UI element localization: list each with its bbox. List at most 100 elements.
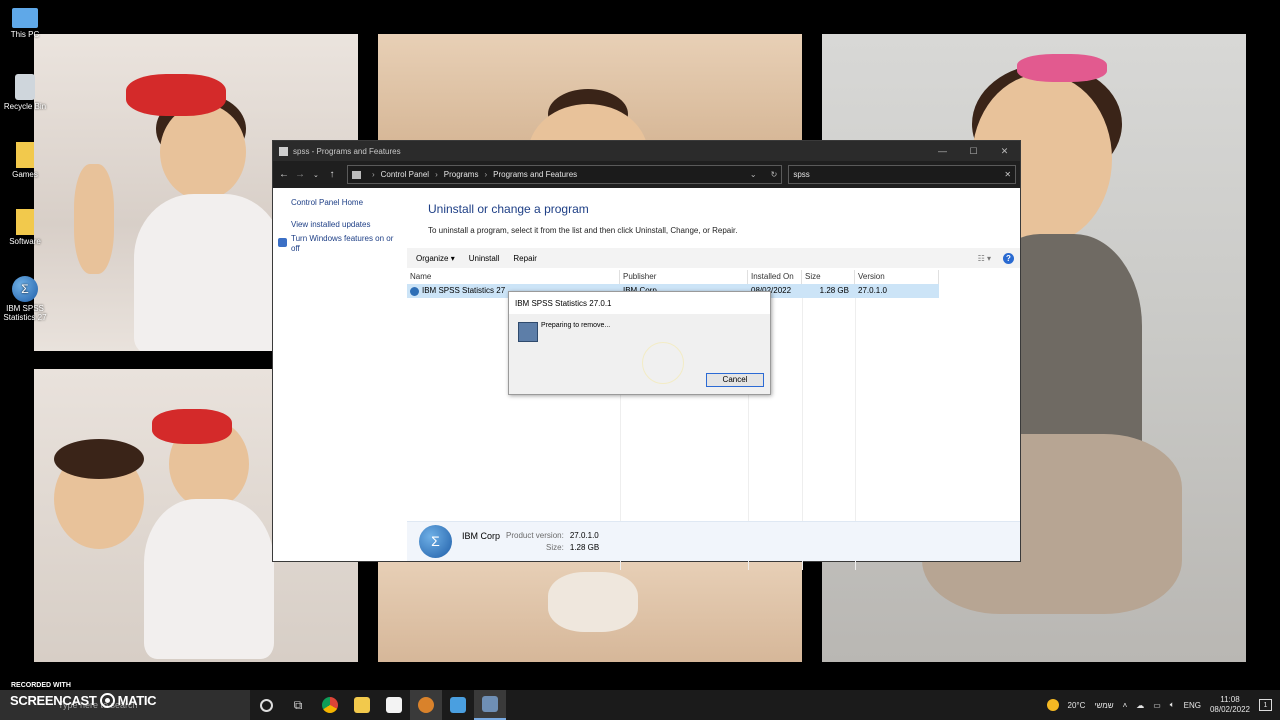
cell-version: 27.0.1.0 (858, 286, 887, 295)
organize-label: Organize (416, 253, 449, 263)
address-dropdown-icon[interactable]: ⌄ (750, 170, 757, 179)
details-size-label: Size: (546, 543, 564, 552)
forward-arrow-icon[interactable]: → (293, 169, 307, 180)
close-button[interactable]: ✕ (989, 146, 1020, 157)
record-icon (99, 693, 115, 708)
installer-icon (518, 322, 538, 342)
weather-sun-icon (1046, 699, 1059, 711)
minimize-button[interactable]: — (927, 146, 958, 157)
weather-temperature[interactable]: 20°C (1068, 701, 1086, 710)
language-indicator[interactable]: ENG (1184, 701, 1201, 710)
clock-time: 11:08 (1220, 695, 1240, 704)
photo-bottom-middle (378, 562, 802, 662)
control-panel-home-link[interactable]: Control Panel Home (291, 198, 397, 208)
dialog-title[interactable]: IBM SPSS Statistics 27.0.1 (509, 292, 770, 314)
column-header-publisher[interactable]: Publisher (620, 270, 748, 284)
details-product-version-label: Product version: (506, 531, 564, 540)
recent-chevron-icon[interactable]: ⌄ (309, 171, 323, 179)
logo-text: MATIC (117, 693, 157, 708)
clock[interactable]: 11:08 08/02/2022 (1210, 695, 1250, 715)
folder-icon (16, 142, 34, 168)
up-arrow-icon[interactable]: ↑ (325, 169, 339, 180)
breadcrumb-programs-and-features[interactable]: Programs and Features (493, 170, 577, 179)
monitor-icon (12, 8, 38, 28)
screencast-app-icon[interactable] (410, 690, 442, 720)
folder-icon (16, 209, 34, 235)
clear-search-icon[interactable]: ✕ (1004, 170, 1011, 179)
search-input[interactable]: spss ✕ (788, 165, 1017, 184)
window-titlebar[interactable]: spss - Programs and Features — ☐ ✕ (273, 141, 1020, 161)
show-hidden-icons-chevron-icon[interactable]: ˄ (1123, 701, 1128, 710)
column-header-installed-on[interactable]: Installed On (748, 270, 802, 284)
notifications-icon[interactable]: 1 (1259, 699, 1272, 711)
dialog-message: Preparing to remove... (541, 322, 611, 329)
store-icon[interactable] (378, 690, 410, 720)
logo-text: SCREENCAST (10, 693, 97, 708)
page-title: Uninstall or change a program (428, 202, 589, 216)
breadcrumb-separator-icon: › (371, 170, 375, 179)
desktop-icon-label: Games (12, 170, 38, 179)
details-spacer (462, 543, 500, 552)
spss-sigma-icon: Σ (419, 525, 452, 558)
dropdown-arrow-icon: ▾ (450, 253, 455, 263)
control-panel-taskbar-icon[interactable] (442, 690, 474, 720)
volume-icon[interactable]: 🔈︎ (1170, 700, 1175, 710)
task-view-icon[interactable] (250, 690, 282, 720)
multitask-icon[interactable]: ⧉ (282, 690, 314, 720)
screencast-o-matic-logo: SCREENCAST MATIC (10, 693, 157, 708)
address-bar-row: ← → ⌄ ↑ › Control Panel › Programs › Pro… (273, 161, 1020, 188)
desktop-icon-recycle-bin[interactable]: Recycle Bin (0, 74, 50, 111)
desktop-icon-label: IBM SPSS Statistics 27 (3, 304, 47, 322)
repair-button[interactable]: Repair (513, 254, 537, 263)
desktop-icon-label: Software (9, 237, 41, 246)
cancel-button[interactable]: Cancel (706, 373, 764, 387)
column-header-size[interactable]: Size (802, 270, 855, 284)
spss-sigma-icon: Σ (12, 276, 38, 302)
column-header-version[interactable]: Version (855, 270, 939, 284)
recorded-with-label: RECORDED WITH (11, 682, 71, 689)
cloud-icon[interactable]: ☁ (1136, 701, 1144, 710)
breadcrumb-control-panel[interactable]: Control Panel (381, 170, 429, 179)
uninstall-dialog: IBM SPSS Statistics 27.0.1 Preparing to … (508, 291, 771, 395)
clock-date: 08/02/2022 (1209, 705, 1250, 714)
desktop-icon-games[interactable]: Games (0, 142, 50, 179)
help-icon[interactable]: ? (1003, 252, 1014, 264)
details-pane: Σ IBM Corp Product version: 27.0.1.0 Siz… (407, 521, 1020, 561)
page-subtitle: To uninstall a program, select it from t… (428, 226, 738, 235)
window-title: spss - Programs and Features (293, 146, 401, 156)
chrome-icon[interactable] (314, 690, 346, 720)
desktop-icon-spss[interactable]: Σ IBM SPSS Statistics 27 (0, 276, 50, 322)
command-bar: Organize ▾ Uninstall Repair ☷ ▾ ? (407, 248, 1020, 268)
photo-top-middle (378, 34, 802, 140)
desktop-icon-label: Recycle Bin (3, 102, 47, 111)
installer-taskbar-icon[interactable] (474, 690, 506, 720)
control-panel-icon (351, 170, 361, 179)
breadcrumb-programs[interactable]: Programs (444, 170, 479, 179)
details-size: 1.28 GB (569, 543, 600, 552)
shield-icon (278, 238, 287, 247)
view-installed-updates-link[interactable]: View installed updates (291, 220, 397, 230)
desktop-icon-label: This PC (10, 30, 40, 39)
weather-text: שמשי (1094, 700, 1114, 710)
left-pane: Control Panel Home View installed update… (273, 188, 403, 561)
recycle-bin-icon (15, 74, 35, 100)
organize-button[interactable]: Organize ▾ (416, 254, 455, 263)
busy-cursor-icon (642, 342, 684, 384)
view-options-icon[interactable]: ☷ ▾ (978, 254, 991, 263)
windows-features-link[interactable]: Turn Windows features on or off (291, 234, 397, 254)
spss-sigma-icon (410, 286, 419, 296)
uninstall-button[interactable]: Uninstall (469, 254, 500, 263)
maximize-button[interactable]: ☐ (958, 146, 989, 157)
address-bar[interactable]: › Control Panel › Programs › Programs an… (346, 165, 783, 184)
desktop-icon-software[interactable]: Software (0, 209, 50, 246)
back-arrow-icon[interactable]: ← (277, 169, 291, 180)
cell-size: 1.28 GB (819, 286, 849, 295)
breadcrumb-separator-icon: › (484, 170, 488, 179)
file-explorer-icon[interactable] (346, 690, 378, 720)
refresh-icon[interactable]: ↻ (771, 170, 778, 179)
network-icon[interactable]: ▭ (1153, 701, 1161, 710)
details-product-version: 27.0.1.0 (569, 531, 599, 540)
system-tray: 20°C שמשי ˄ ☁ ▭ 🔈︎ ENG 11:08 08/02/2022 … (1046, 695, 1280, 715)
desktop-icon-this-pc[interactable]: This PC (0, 8, 50, 39)
column-header-name[interactable]: Name (407, 270, 620, 284)
